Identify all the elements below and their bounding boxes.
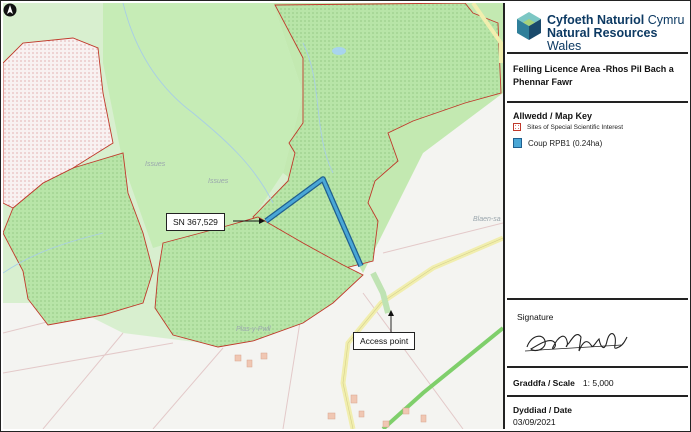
map-key-block: Allwedd / Map Key Sites of Special Scien… [507,103,688,300]
key-item-sssi: Sites of Special Scientific Interest [513,123,623,131]
coup-swatch-icon [513,138,522,148]
place-name: Issues [208,178,229,185]
map-graphic [3,3,503,429]
scale-label: Graddfa / Scale [513,378,575,388]
map-canvas[interactable]: Issues Issues Blaen-sa Plas-y-Pwll SN 36… [3,3,505,429]
place-name: Blaen-sa [473,216,501,223]
date-label: Dyddiad / Date [513,405,573,415]
map-key-heading: Allwedd / Map Key [513,111,593,121]
date-value: 03/09/2021 [513,417,556,427]
signature-label: Signature [517,312,554,322]
key-item-label: Coup RPB1 (0.24ha) [528,138,603,148]
place-name: Issues [145,161,166,168]
scale-block: Graddfa / Scale 1: 5,000 [507,368,688,397]
title-block: Felling Licence Area -Rhos Pil Bach a Ph… [507,54,688,103]
nrw-logo-icon [517,12,541,40]
scale-row: Graddfa / Scale 1: 5,000 [513,378,614,388]
map-info-panel: Cyfoeth Naturiol Cymru Natural Resources… [507,3,688,429]
north-arrow-icon [3,3,17,17]
sssi-swatch-icon [513,123,521,131]
scale-value: 1: 5,000 [582,378,614,388]
key-item-label: Sites of Special Scientific Interest [527,123,624,131]
access-point-callout: Access point [353,332,416,350]
grid-reference-callout: SN 367,529 [166,213,225,231]
date-block: Dyddiad / Date 03/09/2021 [507,397,688,429]
map-title: Felling Licence Area -Rhos Pil Bach a Ph… [513,64,674,87]
key-item-coup: Coup RPB1 (0.24ha) [513,138,602,148]
logo-block: Cyfoeth Naturiol Cymru Natural Resources… [507,3,688,54]
signature-block: Signature [507,300,688,368]
signature-graphic [524,332,628,352]
place-name: Plas-y-Pwll [236,326,271,333]
pond [332,47,346,55]
nrw-logo-text: Cyfoeth Naturiol Cymru Natural Resources… [547,13,685,53]
